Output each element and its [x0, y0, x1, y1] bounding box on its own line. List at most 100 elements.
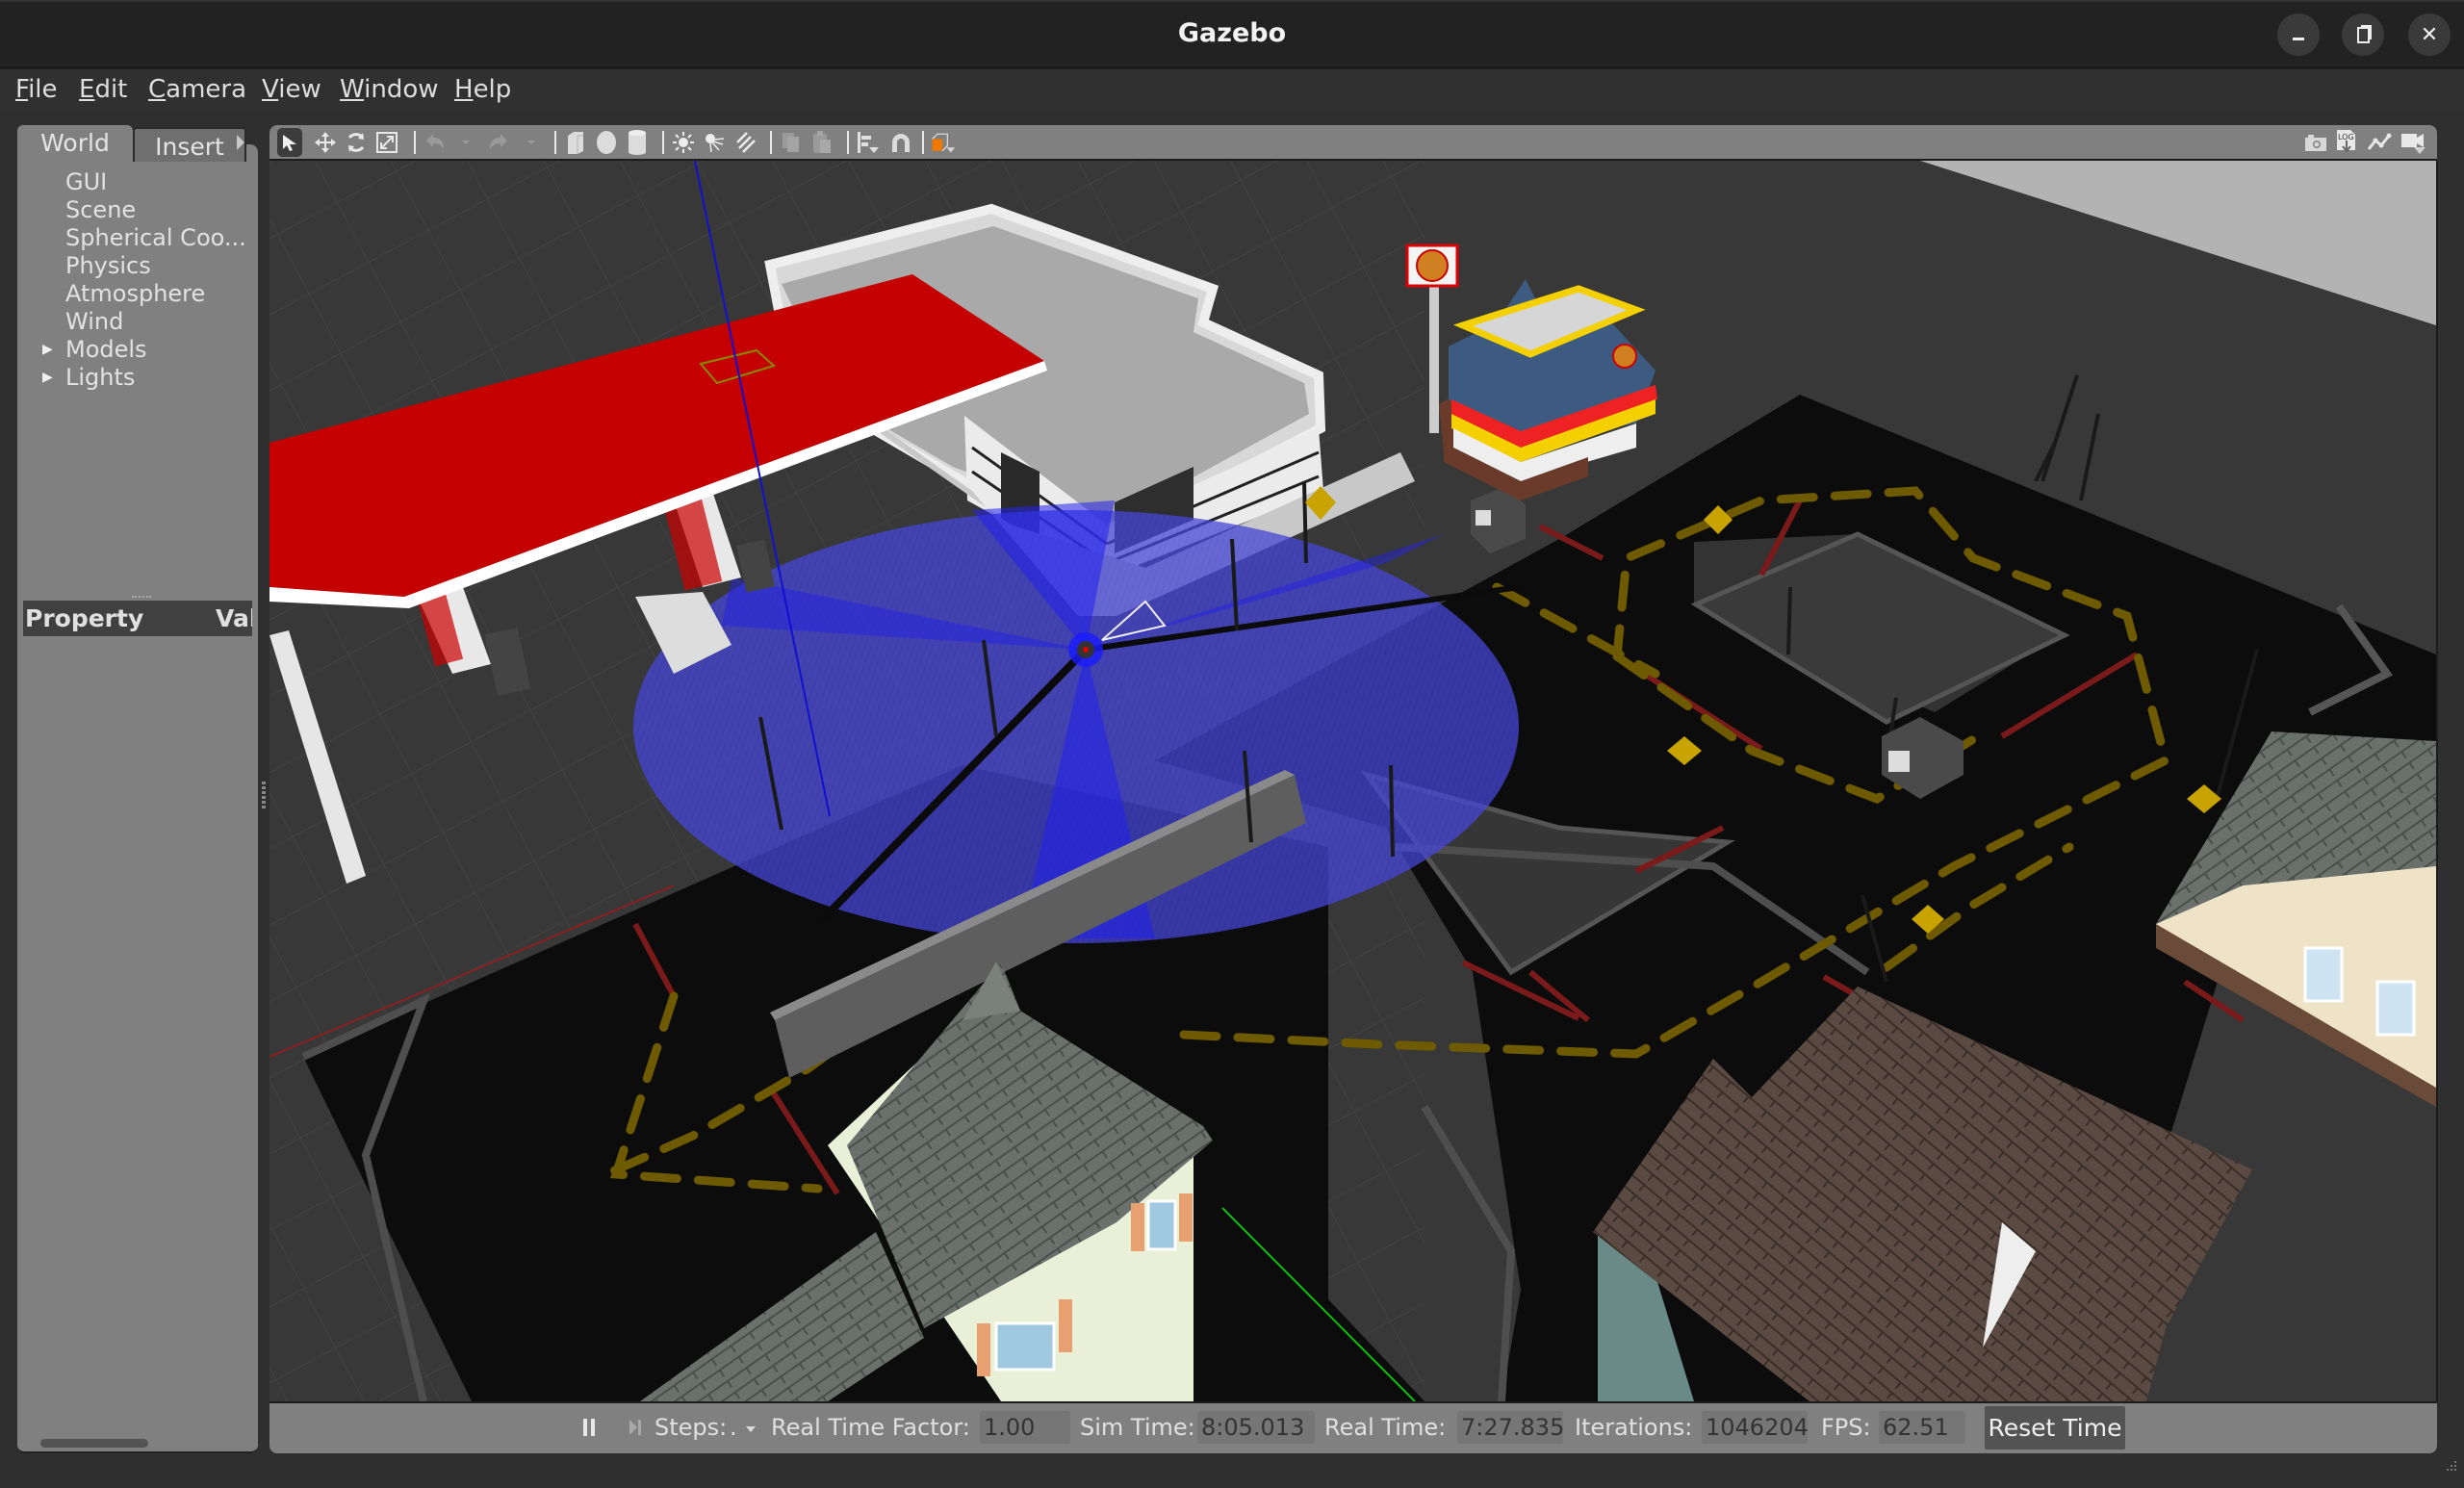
tree-item-gui[interactable]: GUI: [65, 168, 107, 196]
property-column-header[interactable]: Property: [25, 601, 143, 636]
video-camera-icon: [2401, 134, 2426, 154]
minimize-icon: [2293, 37, 2304, 40]
menu-camera-label: amera: [166, 75, 247, 104]
menu-view[interactable]: View: [262, 73, 321, 106]
cylinder-shape-button[interactable]: [624, 129, 651, 156]
arrow-cursor-icon: [283, 135, 296, 151]
menu-edit[interactable]: Edit: [79, 73, 127, 106]
undo-icon: [426, 134, 444, 149]
menu-view-label: iew: [278, 75, 321, 104]
steps-label: Steps:: [654, 1414, 728, 1441]
log-download-icon: LOG: [2337, 130, 2355, 153]
camera-icon: [2305, 135, 2326, 151]
menu-bar: File Edit Camera View Window Help: [0, 69, 2464, 110]
menu-edit-label: dit: [94, 75, 128, 104]
translate-mode-button[interactable]: [312, 129, 339, 156]
close-button[interactable]: ✕: [2408, 13, 2451, 56]
tree-item-scene[interactable]: Scene: [65, 196, 136, 224]
point-light-icon: [673, 132, 694, 153]
real-time-factor-value: 1.00: [980, 1411, 1070, 1444]
tab-insert-label: Insert: [155, 133, 224, 161]
menu-window[interactable]: Window: [340, 73, 439, 106]
toolbar-separator: [770, 131, 772, 154]
steps-dropdown-icon[interactable]: [746, 1426, 756, 1432]
copy-icon: [783, 133, 799, 152]
toolbar-separator: [922, 131, 924, 154]
left-panel-scrollbar[interactable]: [40, 1439, 148, 1448]
expand-arrow-icon[interactable]: ▶: [42, 364, 53, 392]
tree-item-physics[interactable]: Physics: [65, 252, 151, 280]
spot-light-button[interactable]: [701, 129, 728, 156]
sim-time-label: Sim Time:: [1080, 1414, 1195, 1441]
svg-text:LOG: LOG: [2338, 133, 2354, 141]
undo-button[interactable]: [422, 129, 449, 156]
restore-icon: [2356, 26, 2370, 43]
log-button[interactable]: LOG: [2333, 129, 2360, 156]
pause-icon: [583, 1419, 595, 1436]
select-mode-button[interactable]: [277, 128, 302, 157]
fps-label: FPS:: [1821, 1414, 1871, 1441]
pause-button[interactable]: [581, 1417, 597, 1438]
align-icon: [858, 132, 879, 153]
sphere-shape-button[interactable]: [593, 129, 620, 156]
video-record-button[interactable]: [2400, 129, 2427, 156]
maximize-button[interactable]: [2342, 13, 2384, 56]
paste-button[interactable]: [808, 129, 835, 156]
copy-button[interactable]: [778, 129, 805, 156]
real-time-value: 7:27.835: [1457, 1411, 1564, 1444]
steps-value[interactable]: .: [730, 1411, 737, 1444]
toolbar-separator: [414, 131, 416, 154]
real-time-factor-label: Real Time Factor:: [771, 1414, 970, 1441]
real-time-label: Real Time:: [1324, 1414, 1447, 1441]
redo-icon: [490, 134, 507, 149]
3d-viewport[interactable]: [270, 161, 2438, 1401]
step-forward-icon: [629, 1420, 641, 1435]
toolbar-separator: [554, 131, 556, 154]
align-button[interactable]: [855, 129, 882, 156]
spot-light-icon: [706, 134, 725, 153]
plot-icon: [2367, 133, 2392, 150]
view-angle-button[interactable]: [930, 129, 957, 156]
tree-item-lights[interactable]: Lights: [65, 364, 135, 392]
point-light-button[interactable]: [670, 129, 697, 156]
snap-button[interactable]: [887, 129, 914, 156]
value-column-header[interactable]: Val: [216, 601, 252, 636]
step-button[interactable]: [628, 1417, 643, 1438]
tree-item-spherical-coordinates[interactable]: Spherical Coo...: [65, 224, 246, 252]
tree-item-atmosphere[interactable]: Atmosphere: [65, 280, 205, 308]
tree-item-models[interactable]: Models: [65, 336, 147, 364]
toolbar-separator: [847, 131, 849, 154]
menu-help-label: elp: [473, 75, 512, 104]
minimize-button[interactable]: [2277, 13, 2320, 56]
directional-light-icon: [736, 132, 756, 153]
iterations-value: 1046204: [1702, 1411, 1809, 1444]
menu-file[interactable]: File: [15, 73, 58, 106]
rotate-mode-button[interactable]: [343, 129, 370, 156]
directional-light-button[interactable]: [732, 129, 758, 156]
scene-render[interactable]: [270, 161, 2436, 1401]
redo-button[interactable]: [485, 129, 512, 156]
iterations-label: Iterations:: [1575, 1414, 1693, 1441]
menu-view-mnemonic: V: [262, 75, 279, 104]
undo-history-dropdown-icon[interactable]: [462, 141, 470, 144]
expand-arrow-icon[interactable]: ▶: [42, 336, 53, 364]
move-icon: [315, 132, 336, 153]
plot-button[interactable]: [2366, 129, 2393, 156]
box-shape-button[interactable]: [562, 129, 589, 156]
magnet-icon: [892, 134, 910, 152]
redo-history-dropdown-icon[interactable]: [527, 141, 535, 144]
tab-scroll-right-icon[interactable]: [237, 135, 244, 150]
tab-world[interactable]: World: [17, 125, 133, 162]
resize-grip-icon[interactable]: [2445, 1459, 2458, 1473]
splitter-handle[interactable]: [262, 782, 267, 808]
menu-camera[interactable]: Camera: [148, 73, 246, 106]
reset-time-button[interactable]: Reset Time: [1985, 1406, 2125, 1450]
tree-item-wind[interactable]: Wind: [65, 308, 123, 336]
screenshot-button[interactable]: [2302, 129, 2329, 156]
menu-help[interactable]: Help: [454, 73, 511, 106]
tab-insert[interactable]: Insert: [133, 127, 246, 162]
box-icon: [568, 132, 583, 154]
scale-mode-button[interactable]: [373, 129, 400, 156]
panel-splitter-handle[interactable]: [132, 596, 151, 600]
menu-help-mnemonic: H: [454, 75, 474, 104]
